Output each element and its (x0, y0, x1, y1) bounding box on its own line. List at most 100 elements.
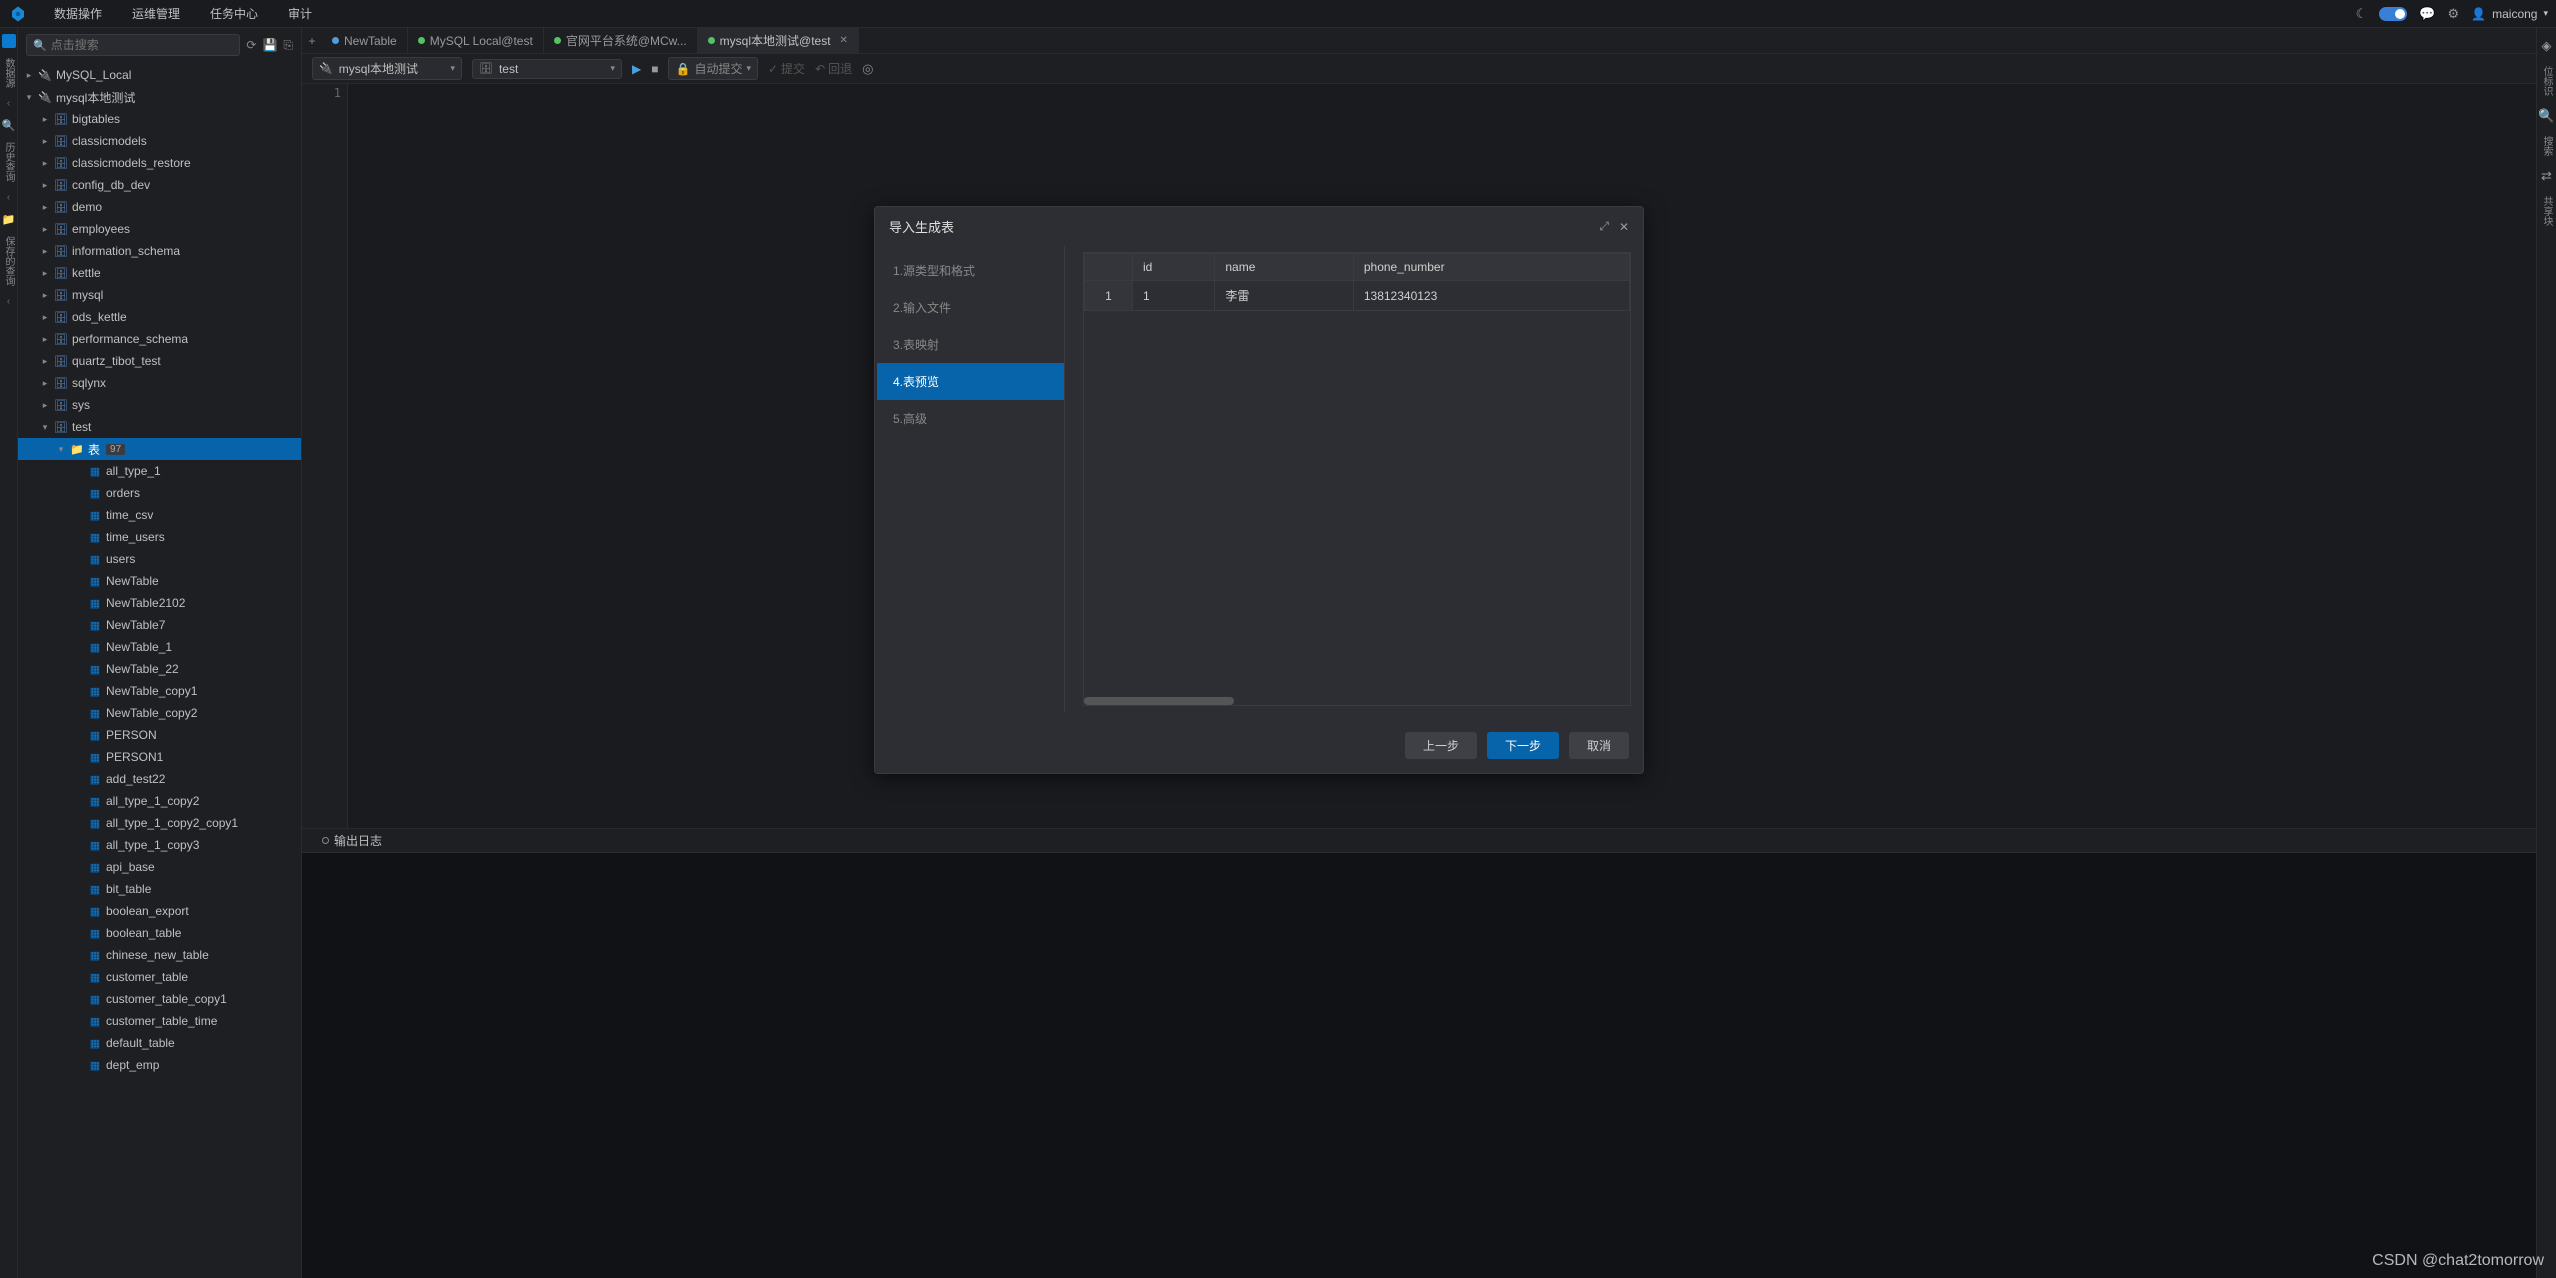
tree-database[interactable]: ▸🗄information_schema (18, 240, 301, 262)
tree-table[interactable]: ▦PERSON (18, 724, 301, 746)
tab-add[interactable]: + (302, 34, 322, 48)
tree-database[interactable]: ▸🗄ods_kettle (18, 306, 301, 328)
tree-table[interactable]: ▦PERSON1 (18, 746, 301, 768)
user-menu[interactable]: 👤 maicong ▾ (2471, 7, 2548, 21)
tree-table[interactable]: ▦api_base (18, 856, 301, 878)
rail-datasource-icon[interactable] (2, 34, 16, 48)
rail-saved-icon[interactable]: 📁 (2, 213, 16, 226)
tree-table[interactable]: ▦dept_emp (18, 1054, 301, 1076)
search-box[interactable]: 🔍 (26, 34, 240, 56)
close-icon[interactable]: ✕ (840, 35, 848, 46)
tree-database[interactable]: ▸🗄demo (18, 196, 301, 218)
tree-table[interactable]: ▦NewTable2102 (18, 592, 301, 614)
tree-folder[interactable]: ▾📁表97 (18, 438, 301, 460)
rail-history-icon[interactable]: 🔍 (2, 119, 16, 132)
conn-combo[interactable]: 🔌 mysql本地测试 ▾ (312, 57, 462, 80)
tree-database[interactable]: ▸🗄bigtables (18, 108, 301, 130)
rail-label-history[interactable]: 历史查询 (1, 142, 16, 182)
table-row[interactable]: 11李雷13812340123 (1085, 281, 1630, 311)
wizard-step[interactable]: 2.输入文件 (877, 289, 1064, 326)
tree-database[interactable]: ▸🗄kettle (18, 262, 301, 284)
rollback-btn[interactable]: ↶回退 (815, 60, 852, 77)
rail-collapse-icon-2[interactable]: ‹ (7, 192, 10, 203)
view-icon[interactable]: ◎ (862, 61, 873, 77)
tree-database[interactable]: ▸🗄quartz_tibot_test (18, 350, 301, 372)
tree-table[interactable]: ▦NewTable_copy2 (18, 702, 301, 724)
tree-table[interactable]: ▦chinese_new_table (18, 944, 301, 966)
tree-table[interactable]: ▦all_type_1_copy3 (18, 834, 301, 856)
marker-icon[interactable]: ◈ (2542, 38, 2552, 54)
search-icon[interactable]: 🔍 (2538, 108, 2554, 124)
nav-data-ops[interactable]: 数据操作 (48, 1, 108, 26)
tree-table[interactable]: ▦customer_table_copy1 (18, 988, 301, 1010)
output-log-tab[interactable]: 输出日志 (312, 832, 392, 849)
tree-database[interactable]: ▸🗄sqlynx (18, 372, 301, 394)
tree-table[interactable]: ▦users (18, 548, 301, 570)
editor-tab[interactable]: MySQL Local@test (408, 28, 544, 54)
tree-database[interactable]: ▸🗄sys (18, 394, 301, 416)
wizard-step[interactable]: 3.表映射 (877, 326, 1064, 363)
tree-database[interactable]: ▾🗄test (18, 416, 301, 438)
nav-task-center[interactable]: 任务中心 (204, 1, 264, 26)
rail-share-label[interactable]: 共享块 (2539, 196, 2554, 226)
app-logo[interactable] (8, 4, 28, 24)
share-icon[interactable]: ⇄ (2541, 168, 2552, 184)
editor-tab[interactable]: mysql本地测试@test✕ (698, 28, 859, 54)
save-icon[interactable]: 💾 (262, 38, 277, 52)
rail-collapse-icon[interactable]: ‹ (7, 98, 10, 109)
column-header[interactable]: phone_number (1353, 254, 1629, 281)
tree-table[interactable]: ▦NewTable_copy1 (18, 680, 301, 702)
tree-table[interactable]: ▦add_test22 (18, 768, 301, 790)
stop-icon[interactable]: ■ (651, 62, 658, 76)
editor-tab[interactable]: 官网平台系统@MCw... (544, 28, 698, 54)
close-icon[interactable]: ✕ (1619, 220, 1629, 234)
wizard-step[interactable]: 4.表预览 (877, 363, 1064, 400)
tree-table[interactable]: ▦all_type_1_copy2_copy1 (18, 812, 301, 834)
tree-table[interactable]: ▦boolean_table (18, 922, 301, 944)
prev-button[interactable]: 上一步 (1405, 732, 1477, 759)
tree-database[interactable]: ▸🗄classicmodels (18, 130, 301, 152)
column-header[interactable]: id (1133, 254, 1215, 281)
tree-table[interactable]: ▦customer_table_time (18, 1010, 301, 1032)
run-icon[interactable]: ▶ (632, 62, 641, 76)
rail-label-saved[interactable]: 保存的查询 (1, 236, 16, 286)
tree-table[interactable]: ▦default_table (18, 1032, 301, 1054)
tree-table[interactable]: ▦all_type_1 (18, 460, 301, 482)
tree-table[interactable]: ▦NewTable_1 (18, 636, 301, 658)
search-input[interactable] (51, 38, 234, 52)
theme-toggle[interactable] (2379, 7, 2407, 21)
chat-icon[interactable]: 💬 (2419, 6, 2435, 22)
tree-table[interactable]: ▦NewTable_22 (18, 658, 301, 680)
wizard-step[interactable]: 5.高级 (877, 400, 1064, 437)
tree-database[interactable]: ▸🗄employees (18, 218, 301, 240)
add-conn-icon[interactable]: ⎘ (283, 38, 293, 53)
tree-database[interactable]: ▸🗄config_db_dev (18, 174, 301, 196)
tree-connection[interactable]: ▸🔌MySQL_Local (18, 64, 301, 86)
auto-commit-label[interactable]: 自动提交 (694, 60, 742, 77)
wizard-step[interactable]: 1.源类型和格式 (877, 252, 1064, 289)
settings-icon[interactable]: ⚙ (2448, 6, 2460, 22)
tree-table[interactable]: ▦customer_table (18, 966, 301, 988)
expand-icon[interactable]: ⤢ (1599, 219, 1609, 234)
tree-database[interactable]: ▸🗄classicmodels_restore (18, 152, 301, 174)
db-combo[interactable]: 🗄 test ▾ (472, 59, 622, 79)
column-header[interactable]: name (1215, 254, 1354, 281)
nav-ops-mgmt[interactable]: 运维管理 (126, 1, 186, 26)
rail-marker-label[interactable]: 位标识 (2539, 66, 2554, 96)
next-button[interactable]: 下一步 (1487, 732, 1559, 759)
rail-search-label[interactable]: 搜索 (2539, 136, 2554, 156)
tree-database[interactable]: ▸🗄performance_schema (18, 328, 301, 350)
tree-table[interactable]: ▦bit_table (18, 878, 301, 900)
tree-table[interactable]: ▦all_type_1_copy2 (18, 790, 301, 812)
nav-audit[interactable]: 审计 (282, 1, 318, 26)
commit-btn[interactable]: ✓提交 (768, 60, 805, 77)
tree-database[interactable]: ▸🗄mysql (18, 284, 301, 306)
rail-label-ds[interactable]: 数据源 (1, 58, 16, 88)
horizontal-scrollbar[interactable] (1084, 697, 1234, 705)
tree-table[interactable]: ▦time_users (18, 526, 301, 548)
chevron-down-icon[interactable]: ▾ (746, 63, 751, 74)
tree-table[interactable]: ▦orders (18, 482, 301, 504)
tree-table[interactable]: ▦NewTable7 (18, 614, 301, 636)
rail-collapse-icon-3[interactable]: ‹ (7, 296, 10, 307)
editor-tab[interactable]: NewTable (322, 28, 408, 54)
